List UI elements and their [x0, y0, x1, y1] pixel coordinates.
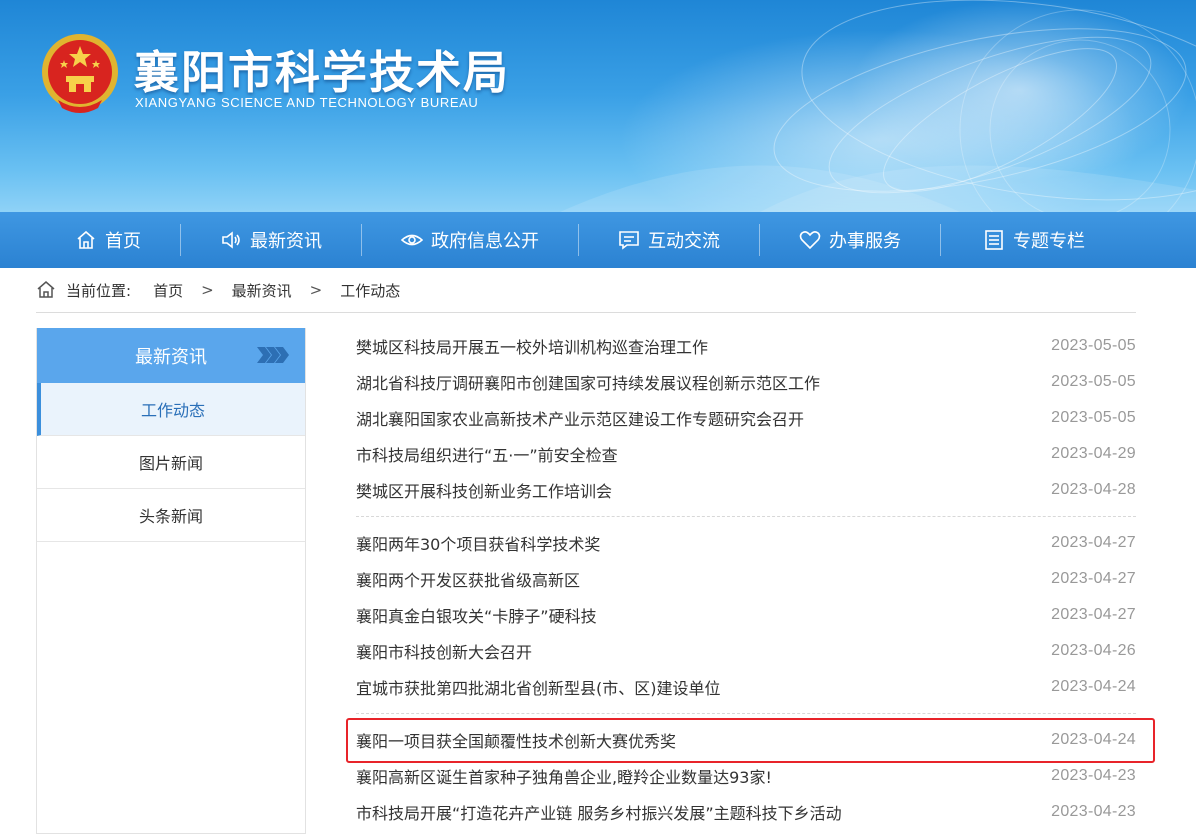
eye-icon — [401, 234, 423, 246]
breadcrumb-news-link[interactable]: 最新资讯 — [232, 280, 292, 301]
site-subtitle: XIANGYANG SCIENCE AND TECHNOLOGY BUREAU — [135, 95, 479, 110]
news-row[interactable]: 樊城区科技局开展五一校外培训机构巡查治理工作 2023-05-05 — [346, 328, 1136, 364]
news-title[interactable]: 樊城区科技局开展五一校外培训机构巡查治理工作 — [346, 334, 708, 358]
site-title: 襄阳市科学技术局 — [134, 46, 511, 99]
news-title[interactable]: 宜城市获批第四批湖北省创新型县(市、区)建设单位 — [346, 675, 721, 699]
news-row[interactable]: 襄阳两年30个项目获省科学技术奖 2023-04-27 — [346, 525, 1136, 561]
news-title[interactable]: 湖北省科技厅调研襄阳市创建国家可持续发展议程创新示范区工作 — [346, 370, 820, 394]
breadcrumb-separator: > — [309, 281, 323, 299]
heart-icon — [799, 231, 821, 250]
breadcrumb-label: 当前位置: — [66, 281, 132, 300]
sidebar-item-work-news[interactable]: 工作动态 — [37, 383, 305, 436]
list-divider — [356, 516, 1136, 517]
news-date: 2023-04-23 — [1051, 803, 1136, 820]
news-row[interactable]: 襄阳两个开发区获批省级高新区 2023-04-27 — [346, 561, 1136, 597]
header-banner: 襄阳市科学技术局 XIANGYANG SCIENCE AND TECHNOLOG… — [0, 0, 1196, 212]
news-row[interactable]: 宜城市获批第四批湖北省创新型县(市、区)建设单位 2023-04-24 — [346, 669, 1136, 705]
nav-label: 首页 — [105, 231, 141, 252]
nav-label: 最新资讯 — [250, 231, 322, 252]
news-date: 2023-05-05 — [1051, 409, 1136, 426]
nav-label: 办事服务 — [829, 231, 901, 252]
breadcrumb: 当前位置: 首页 > 最新资讯 > 工作动态 — [36, 268, 1136, 313]
news-date: 2023-05-05 — [1051, 373, 1136, 390]
sidebar-item-photo-news[interactable]: 图片新闻 — [37, 436, 305, 489]
sidebar: 最新资讯 工作动态 图片新闻 头条新闻 — [36, 328, 306, 834]
news-date: 2023-04-27 — [1051, 534, 1136, 551]
news-row[interactable]: 襄阳真金白银攻关“卡脖子”硬科技 2023-04-27 — [346, 597, 1136, 633]
news-date: 2023-04-27 — [1051, 606, 1136, 623]
home-icon — [77, 230, 95, 249]
sidebar-item-label: 图片新闻 — [138, 454, 203, 473]
national-emblem-icon — [42, 34, 118, 113]
home-icon[interactable] — [36, 280, 56, 300]
list-divider — [356, 713, 1136, 714]
triple-chevron-icon — [257, 347, 289, 363]
news-date: 2023-04-27 — [1051, 570, 1136, 587]
news-date: 2023-05-05 — [1051, 337, 1136, 354]
news-row[interactable]: 湖北襄阳国家农业高新技术产业示范区建设工作专题研究会召开 2023-05-05 — [346, 400, 1136, 436]
news-title[interactable]: 襄阳两年30个项目获省科学技术奖 — [346, 531, 600, 555]
news-row[interactable]: 湖北省科技厅调研襄阳市创建国家可持续发展议程创新示范区工作 2023-05-05 — [346, 364, 1136, 400]
nav-item-services[interactable]: 办事服务 — [760, 212, 940, 268]
news-row[interactable]: 襄阳高新区诞生首家种子独角兽企业,瞪羚企业数量达93家! 2023-04-23 — [346, 758, 1136, 794]
news-title[interactable]: 襄阳真金白银攻关“卡脖子”硬科技 — [346, 603, 597, 627]
news-title[interactable]: 襄阳高新区诞生首家种子独角兽企业,瞪羚企业数量达93家! — [346, 764, 772, 788]
nav-item-news[interactable]: 最新资讯 — [181, 212, 361, 268]
news-title[interactable]: 襄阳一项目获全国颠覆性技术创新大赛优秀奖 — [346, 728, 676, 752]
breadcrumb-home-link[interactable]: 首页 — [153, 280, 183, 301]
news-row[interactable]: 市科技局开展“打造花卉产业链 服务乡村振兴发展”主题科技下乡活动 2023-04… — [346, 794, 1136, 830]
news-date: 2023-04-23 — [1051, 767, 1136, 784]
main-nav: 首页 最新资讯 政府信息公开 互动交流 办事服务 专题专栏 — [0, 212, 1196, 268]
nav-item-home[interactable]: 首页 — [36, 212, 180, 268]
news-date: 2023-04-26 — [1051, 642, 1136, 659]
news-title[interactable]: 襄阳市科技创新大会召开 — [346, 639, 532, 663]
news-date: 2023-04-29 — [1051, 445, 1136, 462]
speaker-icon — [222, 231, 240, 249]
breadcrumb-separator: > — [201, 281, 214, 299]
news-title[interactable]: 襄阳两个开发区获批省级高新区 — [346, 567, 580, 591]
nav-label: 互动交流 — [648, 231, 720, 252]
sidebar-item-label: 工作动态 — [140, 401, 205, 420]
news-row[interactable]: 市科技局组织进行“五·一”前安全检查 2023-04-29 — [346, 436, 1136, 472]
sidebar-item-headline-news[interactable]: 头条新闻 — [37, 489, 305, 542]
news-row[interactable]: 襄阳市科技创新大会召开 2023-04-26 — [346, 633, 1136, 669]
breadcrumb-current[interactable]: 工作动态 — [340, 280, 400, 301]
nav-item-interaction[interactable]: 互动交流 — [579, 212, 759, 268]
nav-label: 政府信息公开 — [431, 231, 539, 252]
news-title[interactable]: 樊城区开展科技创新业务工作培训会 — [346, 478, 612, 502]
news-title[interactable]: 湖北襄阳国家农业高新技术产业示范区建设工作专题研究会召开 — [346, 406, 804, 430]
news-date: 2023-04-24 — [1051, 731, 1136, 748]
news-row[interactable]: 樊城区开展科技创新业务工作培训会 2023-04-28 — [346, 472, 1136, 508]
sidebar-item-label: 头条新闻 — [138, 507, 203, 526]
news-title[interactable]: 市科技局开展“打造花卉产业链 服务乡村振兴发展”主题科技下乡活动 — [346, 800, 842, 824]
sidebar-title: 最新资讯 — [135, 346, 207, 368]
message-icon — [619, 231, 639, 250]
news-title[interactable]: 市科技局组织进行“五·一”前安全检查 — [346, 442, 618, 466]
nav-label: 专题专栏 — [1013, 231, 1085, 252]
news-row-highlighted[interactable]: 襄阳一项目获全国颠覆性技术创新大赛优秀奖 2023-04-24 — [346, 722, 1136, 758]
nav-item-gov-info[interactable]: 政府信息公开 — [362, 212, 578, 268]
document-icon — [985, 230, 1003, 250]
nav-item-special-topics[interactable]: 专题专栏 — [941, 212, 1127, 268]
news-date: 2023-04-24 — [1051, 678, 1136, 695]
news-date: 2023-04-28 — [1051, 481, 1136, 498]
sidebar-header: 最新资讯 — [37, 328, 305, 383]
